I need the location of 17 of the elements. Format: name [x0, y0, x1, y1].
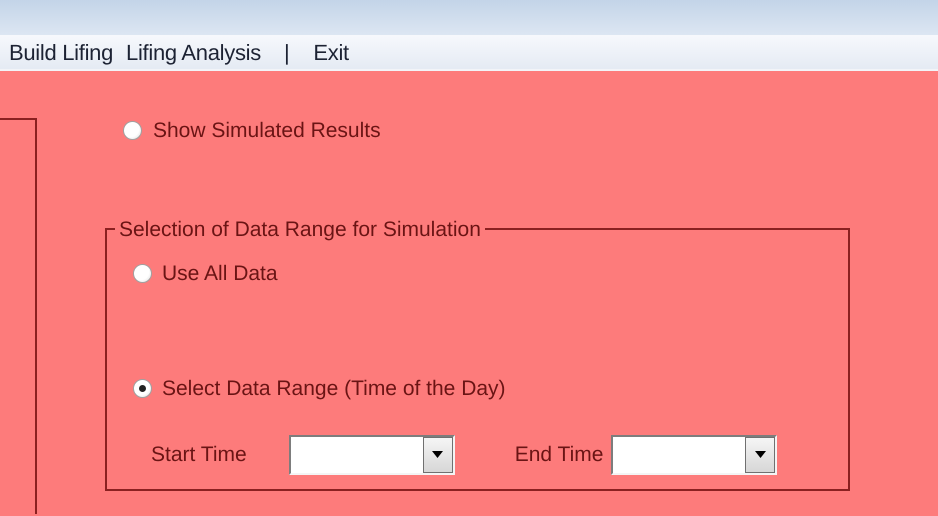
caret-icon	[754, 451, 766, 458]
radio-button[interactable]	[133, 379, 152, 398]
field-label: End Time	[514, 442, 604, 468]
menu-item[interactable]: Exit	[313, 36, 362, 68]
radio-label[interactable]: Show Simulated Results	[153, 115, 381, 146]
radio-label[interactable]: Select Data Range (Time of the Day)	[162, 373, 506, 404]
menu-separator: |	[282, 38, 290, 67]
group-box-title: Selection of Data Range for Simulation	[118, 218, 482, 240]
radio-button[interactable]	[133, 264, 152, 283]
radio-label[interactable]: Use All Data	[162, 258, 278, 289]
caret-icon	[432, 451, 444, 458]
menu-item[interactable]: Lifing Analysis	[126, 36, 274, 68]
field-label: Start Time	[151, 442, 247, 468]
dropdown-field[interactable]	[611, 434, 778, 474]
dropdown-field[interactable]	[288, 434, 455, 474]
menu-item[interactable]: Build Lifing	[9, 36, 126, 68]
radio-button[interactable]	[123, 121, 142, 140]
